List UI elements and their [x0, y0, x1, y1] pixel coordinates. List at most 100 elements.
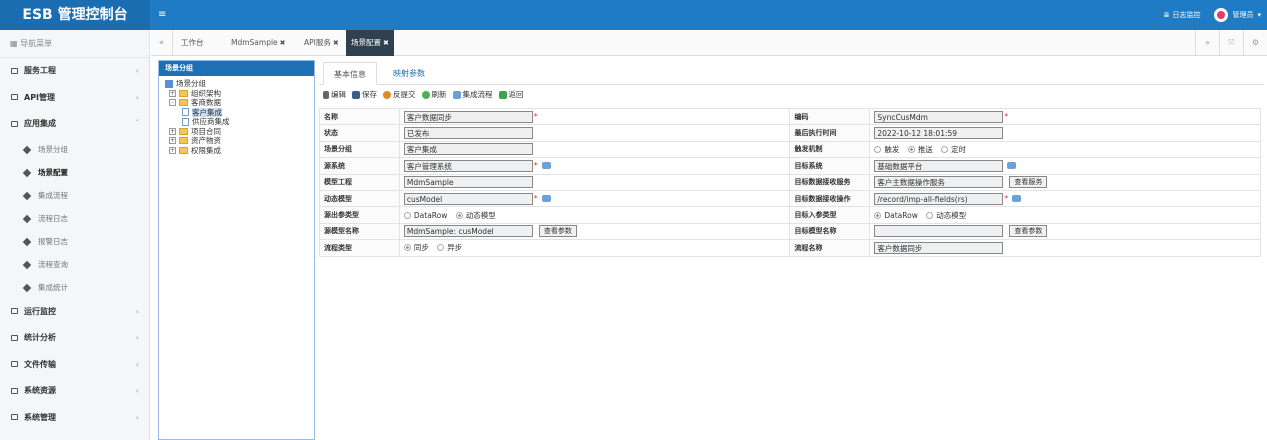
sync-radio[interactable]	[403, 244, 411, 252]
sidebar-item-system-resources[interactable]: 系统资源 ‹	[0, 378, 149, 405]
sidebar-subitem-flow-log[interactable]: 流程日志	[0, 207, 149, 230]
fullscreen-icon[interactable]: ⤧	[1219, 30, 1243, 56]
flow-name-field[interactable]: 客户数据同步	[874, 241, 1004, 254]
sidebar-subitem-flow-query[interactable]: 流程查询	[0, 253, 149, 276]
lookup-icon[interactable]	[541, 195, 551, 203]
async-radio[interactable]	[437, 244, 445, 252]
folder-icon	[11, 387, 18, 394]
gear-icon[interactable]: ⚙	[1243, 30, 1267, 56]
close-icon[interactable]: ✖	[383, 39, 389, 47]
target-system-field[interactable]: 基础数据平台	[874, 159, 1004, 172]
sidebar-item-runtime-monitor[interactable]: 运行监控 ‹	[0, 299, 149, 326]
tab-workbench[interactable]: 工作台	[181, 30, 204, 56]
tree-root[interactable]: 场景分组	[165, 79, 314, 89]
user-menu[interactable]: 管理员 ▾	[1214, 8, 1261, 22]
sidebar-item-app-integration[interactable]: 应用集成 ˇ	[0, 111, 149, 138]
tree-node-supplier-integration[interactable]: 供应商集成	[165, 117, 314, 127]
target-operation-field[interactable]: /record/imp-all-fields(rs)	[874, 192, 1004, 205]
code-field[interactable]: SyncCusMdm	[874, 110, 1004, 123]
menu-toggle-icon[interactable]: ≡	[158, 9, 166, 20]
last-exec-label: 最后执行时间	[789, 124, 871, 142]
trigger-radio[interactable]	[874, 145, 882, 153]
scene-detail: 基本信息 映射参数 编辑 保存 反提交 刷新 集成流程 返回 名称 客户数据同步…	[319, 58, 1264, 440]
app-brand[interactable]: ESB 管理控制台	[0, 0, 150, 30]
folder-icon	[11, 94, 18, 100]
out-dynamic-model-radio[interactable]	[455, 211, 463, 219]
document-icon	[182, 108, 189, 117]
push-radio[interactable]	[907, 145, 915, 153]
edit-button[interactable]: 编辑	[323, 89, 346, 100]
source-system-field[interactable]: 客户管理系统	[403, 159, 533, 172]
expand-icon[interactable]: +	[169, 89, 176, 97]
form-row: 名称 客户数据同步 * 编码 SyncCusMdm *	[319, 107, 1261, 126]
tree-body: 场景分组 + 组织架构 - 客商数据 客户集成 供应商集成 + 项目合同 + 资产物资 …	[159, 76, 314, 155]
user-name: 管理员	[1232, 11, 1254, 19]
tree-node-org[interactable]: + 组织架构	[165, 89, 314, 99]
form-row: 模型工程 MdmSample 目标数据接收服务 客户主数据操作服务 查看服务	[319, 173, 1261, 191]
sidebar-subitem-scene-config[interactable]: 场景配置	[0, 161, 149, 184]
view-service-button[interactable]: 查看服务	[1009, 176, 1048, 189]
unsubmit-button[interactable]: 反提交	[383, 89, 416, 100]
status-label: 状态	[319, 124, 400, 142]
top-right-actions: ≣ 日志监控 管理员 ▾	[1164, 0, 1261, 30]
tab-mdmsample[interactable]: MdmSample ✖	[231, 30, 286, 56]
expand-icon[interactable]: +	[169, 127, 176, 135]
lookup-icon[interactable]	[541, 162, 551, 170]
save-button[interactable]: 保存	[352, 89, 377, 100]
tab-api-service[interactable]: API服务 ✖	[304, 30, 339, 56]
close-icon[interactable]: ✖	[280, 39, 286, 47]
sidebar-item-statistics[interactable]: 统计分析 ‹	[0, 325, 149, 352]
tree-node-customer-supplier[interactable]: - 客商数据	[165, 98, 314, 108]
sidebar-item-api-management[interactable]: API管理 ‹	[0, 85, 149, 112]
scheduled-radio[interactable]	[941, 145, 949, 153]
in-dynamic-model-radio[interactable]	[926, 211, 934, 219]
tree-node-assets[interactable]: + 资产物资	[165, 136, 314, 146]
tab-mapping-params[interactable]: 映射参数	[383, 62, 435, 85]
tab-scroll-right-icon[interactable]: »	[1195, 30, 1219, 56]
last-exec-field[interactable]: 2022-10-12 18:01:59	[874, 127, 1004, 140]
status-field[interactable]: 已发布	[403, 127, 533, 140]
collapse-icon[interactable]: -	[169, 99, 176, 107]
target-model-field[interactable]	[874, 225, 1004, 238]
tree-node-customer-integration[interactable]: 客户集成	[165, 107, 314, 117]
subitem-label: 场景分组	[38, 144, 68, 154]
view-params-button[interactable]: 查看参数	[538, 225, 577, 238]
lookup-icon[interactable]	[1007, 162, 1017, 170]
refresh-button[interactable]: 刷新	[421, 89, 447, 100]
tag-icon	[22, 191, 32, 200]
tab-scroll-left-icon[interactable]: «	[151, 30, 173, 56]
sidebar-subitem-scene-group[interactable]: 场景分组	[0, 138, 149, 161]
log-monitor-link[interactable]: ≣ 日志监控	[1164, 10, 1201, 20]
close-icon[interactable]: ✖	[333, 39, 339, 47]
form-row: 场景分组 客户集成 触发机制 触发 推送 定时	[319, 140, 1261, 159]
expand-icon[interactable]: +	[169, 137, 176, 145]
lookup-icon[interactable]	[1012, 195, 1022, 203]
sidebar-item-service-project[interactable]: 服务工程 ‹	[0, 58, 149, 85]
tree-node-project-contract[interactable]: + 项目合同	[165, 127, 314, 137]
tree-node-permission[interactable]: + 权限集成	[165, 146, 314, 156]
target-service-field[interactable]: 客户主数据操作服务	[874, 176, 1004, 189]
tag-icon	[22, 260, 32, 269]
back-button[interactable]: 返回	[498, 89, 524, 100]
group-field[interactable]: 客户集成	[403, 143, 533, 156]
view-params-button-2[interactable]: 查看参数	[1009, 225, 1048, 238]
form-toolbar: 编辑 保存 反提交 刷新 集成流程 返回	[319, 85, 1264, 104]
expand-icon[interactable]: +	[169, 146, 176, 154]
tab-label: 场景配置	[351, 38, 381, 47]
out-datarow-radio[interactable]	[403, 211, 411, 219]
sidebar-subitem-integration-flow[interactable]: 集成流程	[0, 184, 149, 207]
sidebar-subitem-integration-stats[interactable]: 集成统计	[0, 276, 149, 299]
sidebar-item-system-management[interactable]: 系统管理 ‹	[0, 405, 149, 432]
sidebar-item-file-transfer[interactable]: 文件传输 ‹	[0, 352, 149, 379]
tab-scene-config[interactable]: 场景配置 ✖	[346, 30, 394, 56]
source-model-field[interactable]: MdmSample: cusModel	[403, 225, 533, 238]
tab-basic-info[interactable]: 基本信息	[323, 62, 377, 85]
in-datarow-radio[interactable]	[874, 211, 882, 219]
model-project-field[interactable]: MdmSample	[403, 176, 533, 189]
sidebar-header: ▦ 导航菜单	[0, 30, 149, 58]
integration-flow-button[interactable]: 集成流程	[452, 89, 493, 100]
subitem-label: 报警日志	[38, 236, 68, 246]
sidebar-subitem-alarm-log[interactable]: 报警日志	[0, 230, 149, 253]
name-field[interactable]: 客户数据同步	[403, 110, 533, 123]
dynamic-model-field[interactable]: cusModel	[403, 192, 533, 205]
